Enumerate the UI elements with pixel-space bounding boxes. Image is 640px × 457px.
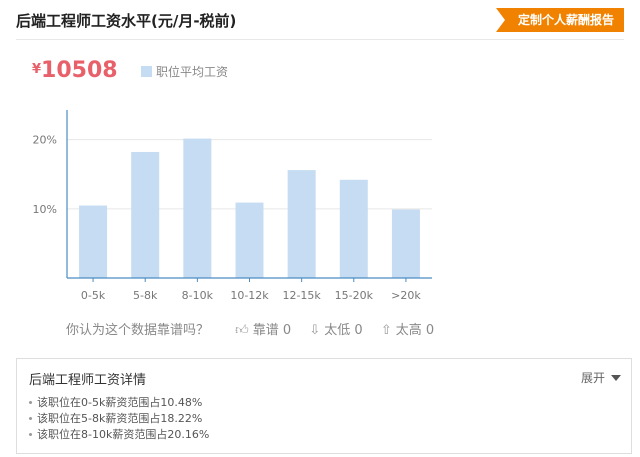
chart-bars xyxy=(79,138,420,278)
bar xyxy=(287,170,316,278)
currency-symbol: ¥ xyxy=(32,62,42,77)
vote-count: 0 xyxy=(282,323,292,338)
feedback-question: 你认为这个数据靠谱吗？ xyxy=(66,323,210,338)
vote-count: 0 xyxy=(425,323,435,338)
average-salary: ¥10508 xyxy=(32,58,118,83)
x-tick-label: 8-10k xyxy=(182,289,214,302)
legend-label: 职位平均工资 xyxy=(156,65,229,79)
salary-distribution-chart: 10% 20% 0-5k 5-8k 8-10k 10-12k 12-15k 15-20k >20… xyxy=(33,110,432,302)
vote-too-low-button[interactable]: ⇩ 太低 0 xyxy=(309,323,362,338)
salary-amount: 10508 xyxy=(41,58,118,83)
chart-grid xyxy=(67,139,432,210)
bar xyxy=(339,179,368,278)
vote-count: 0 xyxy=(354,323,363,338)
list-item: 该职位在0-5k薪资范围占10.48% xyxy=(29,395,209,411)
list-item: 该职位在8-10k薪资范围占20.16% xyxy=(29,427,209,443)
arrow-up-icon: ⇧ xyxy=(380,323,392,338)
legend-swatch xyxy=(141,66,152,77)
list-item: 该职位在5-8k薪资范围占18.22% xyxy=(29,411,209,427)
bar xyxy=(235,202,264,278)
x-tick-label: 12-15k xyxy=(282,289,321,302)
x-tick-label: 0-5k xyxy=(81,289,106,302)
x-tick-label: 10-12k xyxy=(230,289,269,302)
vote-label: 太高 xyxy=(395,323,422,338)
bar xyxy=(79,205,108,278)
salary-detail-panel: 后端工程师工资详情 展开 该职位在0-5k薪资范围占10.48% 该职位在5-8… xyxy=(16,358,632,454)
page-header: 后端工程师工资水平(元/月-税前) 定制个人薪酬报告 xyxy=(16,6,624,40)
vote-too-high-button[interactable]: ⇧ 太高 0 xyxy=(381,323,434,338)
y-tick-label: 10% xyxy=(33,203,57,216)
expand-label: 展开 xyxy=(580,371,605,385)
y-tick-label: 20% xyxy=(33,134,57,147)
custom-report-button[interactable]: 定制个人薪酬报告 xyxy=(495,8,624,32)
page-title: 后端工程师工资水平(元/月-税前) xyxy=(16,12,237,30)
bar xyxy=(391,209,420,278)
detail-list: 该职位在0-5k薪资范围占10.48% 该职位在5-8k薪资范围占18.22% … xyxy=(29,395,209,443)
vote-label: 靠谱 xyxy=(252,323,279,338)
thumbs-up-icon: 👍︎ xyxy=(235,323,249,338)
vote-label: 太低 xyxy=(324,323,351,338)
chevron-down-icon xyxy=(611,375,621,381)
bar xyxy=(131,151,160,278)
data-feedback: 你认为这个数据靠谱吗？ 👍︎ 靠谱 0 ⇩ 太低 0 ⇧ 太高 0 xyxy=(66,319,448,338)
chart-legend: 职位平均工资 xyxy=(141,63,228,80)
expand-toggle[interactable]: 展开 xyxy=(581,369,621,386)
detail-title: 后端工程师工资详情 xyxy=(29,373,147,388)
x-tick-label: 5-8k xyxy=(133,289,158,302)
x-tick-label: >20k xyxy=(391,289,421,302)
bar xyxy=(183,138,212,278)
arrow-down-icon: ⇩ xyxy=(309,323,321,338)
vote-reliable-button[interactable]: 👍︎ 靠谱 0 xyxy=(235,323,291,338)
x-tick-label: 15-20k xyxy=(335,289,374,302)
